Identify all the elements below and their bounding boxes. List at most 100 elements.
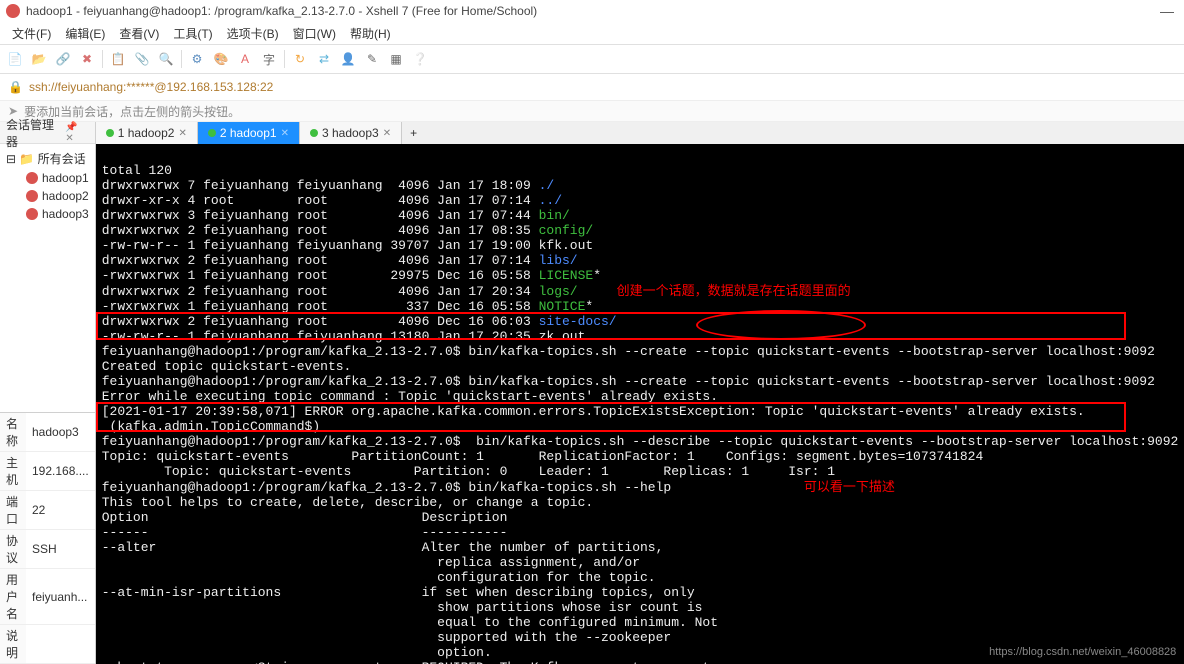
term-line: --bootstrap-server <String: server to RE… [102, 660, 711, 664]
prop-port-k: 端口 [0, 491, 26, 530]
menu-tabs[interactable]: 选项卡(B) [221, 23, 285, 44]
color-scheme-icon[interactable]: 🎨 [212, 50, 230, 68]
address-text: ssh://feiyuanhang:******@192.168.153.128… [29, 80, 273, 94]
term-line: drwxrwxrwx 2 feiyuanhang root 4096 Jan 1… [102, 223, 539, 238]
prop-proto-v: SSH [26, 530, 95, 569]
main-area: 会话管理器 📌 ✕ ⊟ 📁 所有会话 hadoop1 hadoop2 hadoo… [0, 122, 1184, 664]
tree-root[interactable]: ⊟ 📁 所有会话 [4, 148, 91, 169]
term-line: (kafka.admin.TopicCommand$) [102, 419, 320, 434]
term-line: feiyuanhang@hadoop1:/program/kafka_2.13-… [102, 480, 672, 495]
prop-proto-k: 协议 [0, 530, 26, 569]
term-line: Option Description [102, 510, 508, 525]
status-dot-icon [310, 129, 318, 137]
open-icon[interactable]: 📂 [30, 50, 48, 68]
menu-bar: 文件(F) 编辑(E) 查看(V) 工具(T) 选项卡(B) 窗口(W) 帮助(… [0, 22, 1184, 44]
toolbar: 📄 📂 🔗 ✖ 📋 📎 🔍 ⚙ 🎨 A 字 ↻ ⇄ 👤 ✎ ▦ ❔ [0, 44, 1184, 74]
term-line: ------ ----------- [102, 525, 508, 540]
key-icon[interactable]: ✎ [363, 50, 381, 68]
font-icon[interactable]: A [236, 50, 254, 68]
session-icon [26, 172, 38, 184]
term-line: -rw-rw-r-- 1 feiyuanhang feiyuanhang 131… [102, 329, 586, 344]
term-line: feiyuanhang@hadoop1:/program/kafka_2.13-… [102, 374, 1155, 389]
tile-icon[interactable]: ▦ [387, 50, 405, 68]
session-hadoop3[interactable]: hadoop3 [4, 205, 91, 223]
menu-file[interactable]: 文件(F) [6, 23, 57, 44]
app-icon [6, 4, 20, 18]
paste-icon[interactable]: 📎 [133, 50, 151, 68]
term-line: drwxr-xr-x 4 root root 4096 Jan 17 07:14 [102, 193, 539, 208]
close-icon[interactable]: ✕ [178, 128, 186, 139]
disconnect-icon[interactable]: ✖ [78, 50, 96, 68]
term-line: Error while executing topic command : To… [102, 389, 718, 404]
terminal-tabs: 1 hadoop2✕ 2 hadoop1✕ 3 hadoop3✕ + [96, 122, 1184, 144]
term-line: This tool helps to create, delete, descr… [102, 495, 593, 510]
content-area: 1 hadoop2✕ 2 hadoop1✕ 3 hadoop3✕ + total… [96, 122, 1184, 664]
term-line: drwxrwxrwx 3 feiyuanhang root 4096 Jan 1… [102, 208, 539, 223]
term-line: drwxrwxrwx 2 feiyuanhang root 4096 Dec 1… [102, 314, 539, 329]
title-bar: hadoop1 - feiyuanhang@hadoop1: /program/… [0, 0, 1184, 22]
term-line: drwxrwxrwx 2 feiyuanhang root 4096 Jan 1… [102, 253, 539, 268]
encoding-icon[interactable]: 字 [260, 50, 278, 68]
session-tree: ⊟ 📁 所有会话 hadoop1 hadoop2 hadoop3 [0, 144, 95, 412]
menu-edit[interactable]: 编辑(E) [59, 23, 111, 44]
refresh-icon[interactable]: ↻ [291, 50, 309, 68]
close-icon[interactable]: ✕ [281, 128, 289, 139]
term-line: show partitions whose isr count is [102, 600, 703, 615]
term-line: equal to the configured minimum. Not [102, 615, 718, 630]
session-hadoop2[interactable]: hadoop2 [4, 187, 91, 205]
session-hadoop1[interactable]: hadoop1 [4, 169, 91, 187]
address-bar[interactable]: 🔒 ssh://feiyuanhang:******@192.168.153.1… [0, 74, 1184, 100]
term-line: -rw-rw-r-- 1 feiyuanhang feiyuanhang 397… [102, 238, 593, 253]
term-line: -rwxrwxrwx 1 feiyuanhang root 337 Dec 16… [102, 299, 539, 314]
session-properties: 名称hadoop3 主机192.168.... 端口22 协议SSH 用户名fe… [0, 412, 95, 664]
term-line: feiyuanhang@hadoop1:/program/kafka_2.13-… [102, 344, 1155, 359]
annotation-describe: 可以看一下描述 [804, 479, 895, 494]
copy-icon[interactable]: 📋 [109, 50, 127, 68]
term-line: configuration for the topic. [102, 570, 656, 585]
close-icon[interactable]: ✕ [383, 128, 391, 139]
annotation-create: 创建一个话题，数据就是存在话题里面的 [617, 283, 851, 298]
term-line: Topic: quickstart-events Partition: 0 Le… [102, 464, 835, 479]
watermark: https://blog.csdn.net/weixin_46008828 [989, 645, 1176, 660]
menu-help[interactable]: 帮助(H) [344, 23, 397, 44]
prop-desc-v [26, 625, 95, 664]
menu-tools[interactable]: 工具(T) [167, 23, 218, 44]
user-icon[interactable]: 👤 [339, 50, 357, 68]
terminal[interactable]: total 120 drwxrwxrwx 7 feiyuanhang feiyu… [96, 144, 1184, 664]
sidebar-header: 会话管理器 📌 ✕ [0, 122, 95, 144]
lock-icon: 🔒 [8, 80, 23, 94]
term-line: --at-min-isr-partitions if set when desc… [102, 585, 695, 600]
term-line: replica assignment, and/or [102, 555, 640, 570]
prop-user-v: feiyuanh... [26, 569, 95, 625]
search-icon[interactable]: 🔍 [157, 50, 175, 68]
settings-icon[interactable]: ⚙ [188, 50, 206, 68]
separator [284, 50, 285, 68]
new-session-icon[interactable]: 📄 [6, 50, 24, 68]
menu-view[interactable]: 查看(V) [113, 23, 165, 44]
term-line: option. [102, 645, 492, 660]
term-line: [2021-01-17 20:39:58,071] ERROR org.apac… [102, 404, 1085, 419]
term-line: supported with the --zookeeper [102, 630, 672, 645]
help-icon[interactable]: ❔ [411, 50, 429, 68]
tab-hadoop3[interactable]: 3 hadoop3✕ [300, 122, 402, 144]
term-line: --alter Alter the number of partitions, [102, 540, 664, 555]
window-title: hadoop1 - feiyuanhang@hadoop1: /program/… [26, 4, 537, 18]
prop-name-k: 名称 [0, 413, 26, 452]
prop-desc-k: 说明 [0, 625, 26, 664]
prop-host-v: 192.168.... [26, 452, 95, 491]
transfer-icon[interactable]: ⇄ [315, 50, 333, 68]
separator [181, 50, 182, 68]
sidebar-pin-icon[interactable]: 📌 ✕ [65, 122, 88, 144]
term-line: Created topic quickstart-events. [102, 359, 352, 374]
term-line: drwxrwxrwx 7 feiyuanhang feiyuanhang 409… [102, 178, 539, 193]
session-icon [26, 208, 38, 220]
menu-window[interactable]: 窗口(W) [287, 23, 342, 44]
tab-add-button[interactable]: + [402, 122, 425, 144]
tab-hadoop1[interactable]: 2 hadoop1✕ [198, 122, 300, 144]
reconnect-icon[interactable]: 🔗 [54, 50, 72, 68]
tab-hadoop2[interactable]: 1 hadoop2✕ [96, 122, 198, 144]
minimize-icon[interactable]: — [1156, 3, 1178, 19]
hint-bar: ➤ 要添加当前会话，点击左侧的箭头按钮。 [0, 100, 1184, 122]
term-line: -rwxrwxrwx 1 feiyuanhang root 29975 Dec … [102, 268, 539, 283]
separator [102, 50, 103, 68]
